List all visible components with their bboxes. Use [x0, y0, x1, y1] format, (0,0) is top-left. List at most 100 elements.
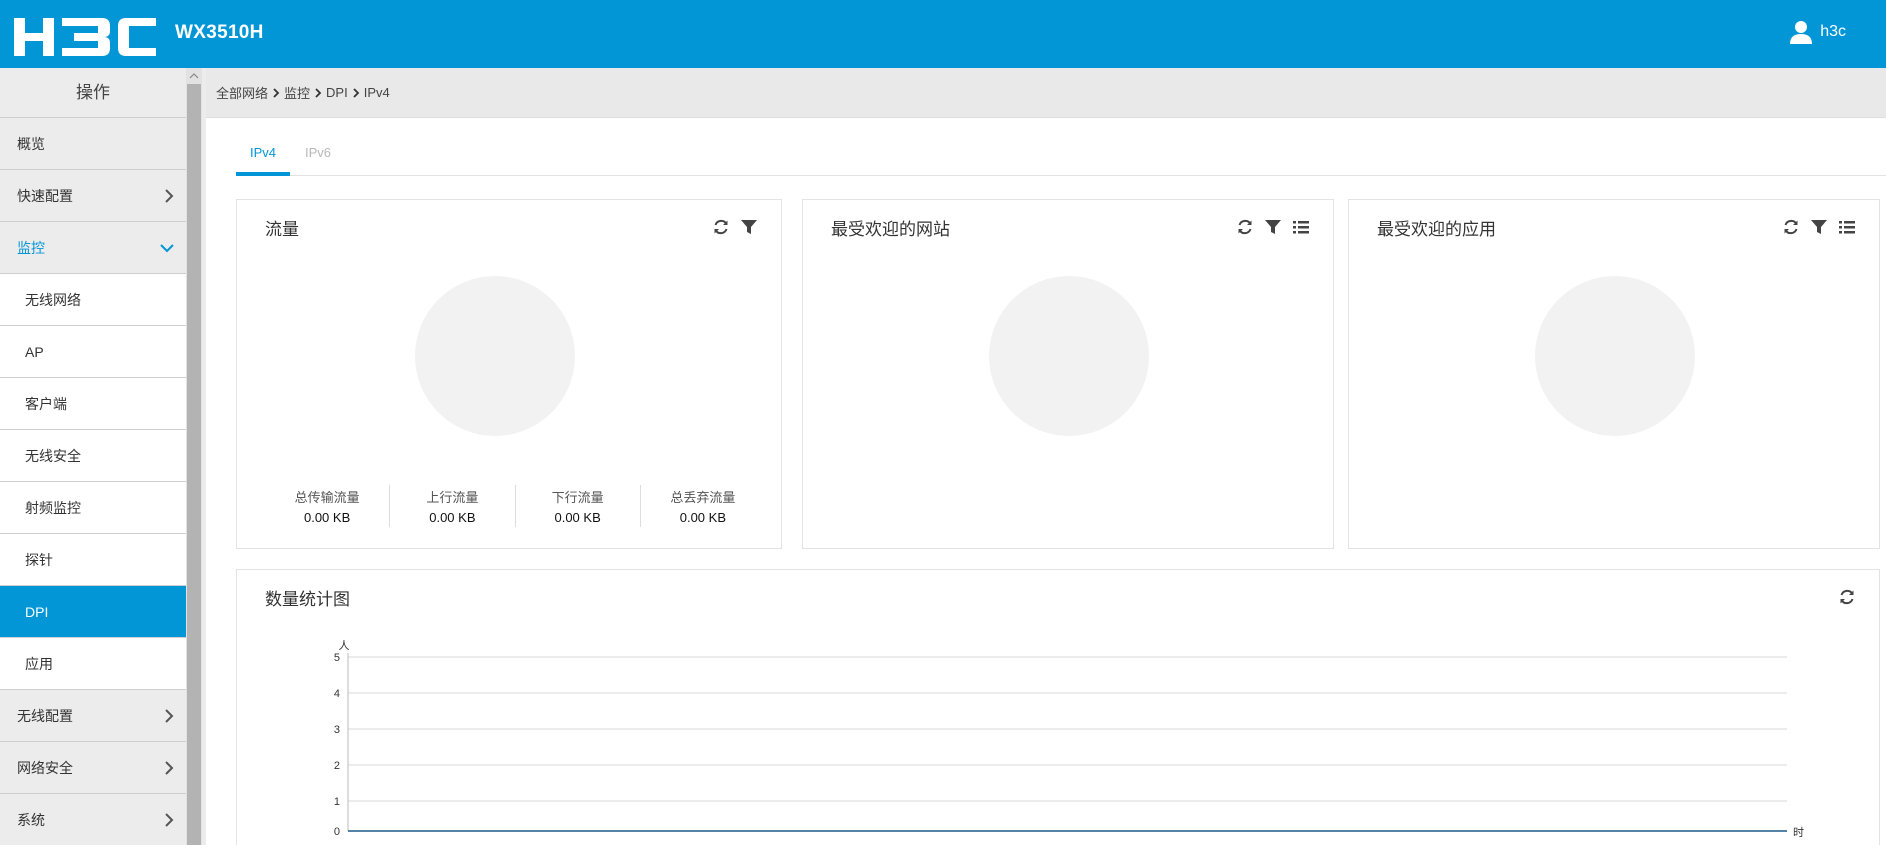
refresh-icon[interactable] [711, 217, 731, 237]
stat-total-traffic: 总传输流量 0.00 KB [265, 485, 391, 527]
chevron-right-icon [165, 189, 174, 203]
sidebar-item-overview[interactable]: 概览 [0, 118, 186, 170]
stat-value: 0.00 KB [679, 510, 726, 525]
sidebar-item-label: 探针 [25, 551, 53, 568]
sidebar-item-label: 系统 [17, 811, 45, 828]
list-icon[interactable] [1837, 217, 1857, 237]
sidebar-item-label: 快速配置 [17, 187, 73, 204]
stat-value: 0.00 KB [429, 510, 476, 525]
sidebar-item-label: 无线安全 [25, 447, 81, 464]
traffic-donut-chart [415, 276, 575, 436]
y-tick-label: 3 [334, 724, 340, 736]
user-icon [1790, 21, 1813, 44]
chevron-right-icon [165, 761, 174, 775]
x-axis-label: 时 [1793, 826, 1804, 839]
card-toolbar [1235, 217, 1311, 237]
sidebar-item-label: DPI [25, 603, 49, 620]
device-model: WX3510H [175, 22, 264, 43]
filter-icon[interactable] [739, 217, 759, 237]
sidebar-item-client[interactable]: 客户端 [0, 378, 186, 430]
sidebar-item-label: 应用 [25, 655, 53, 672]
breadcrumb-item[interactable]: 监控 [284, 83, 310, 102]
sidebar-item-quick-config[interactable]: 快速配置 [0, 170, 186, 222]
breadcrumb-item[interactable]: 全部网络 [216, 83, 268, 102]
y-tick-label: 4 [334, 688, 340, 700]
user-menu[interactable]: h3c [1790, 20, 1846, 44]
breadcrumb-separator-icon [353, 87, 359, 98]
chevron-right-icon [165, 813, 174, 827]
stat-upstream-traffic: 上行流量 0.00 KB [390, 485, 516, 527]
popular-apps-card: 最受欢迎的应用 [1348, 199, 1880, 549]
y-axis-label: 人 [339, 639, 350, 652]
y-tick-label: 0 [334, 826, 340, 838]
chevron-right-icon [165, 709, 174, 723]
sidebar-item-wireless-network[interactable]: 无线网络 [0, 274, 186, 326]
stat-value: 0.00 KB [303, 510, 351, 525]
stat-downstream-traffic: 下行流量 0.00 KB [516, 485, 641, 527]
sidebar-item-label: 监控 [17, 239, 45, 256]
card-title: 最受欢迎的应用 [1377, 220, 1496, 239]
stat-label: 总丢弃流量 [670, 490, 736, 505]
refresh-icon[interactable] [1781, 217, 1801, 237]
scroll-up-arrow[interactable] [186, 68, 202, 84]
sidebar-item-label: 无线配置 [17, 707, 73, 724]
sidebar-item-application[interactable]: 应用 [0, 638, 186, 690]
sidebar-item-network-security[interactable]: 网络安全 [0, 742, 186, 794]
breadcrumb-item[interactable]: DPI [326, 85, 348, 100]
sidebar-item-dpi[interactable]: DPI [0, 586, 186, 638]
chevron-up-icon [189, 73, 199, 79]
sidebar-item-label: 概览 [17, 135, 45, 152]
sidebar-item-rf-monitor[interactable]: 射频监控 [0, 482, 186, 534]
breadcrumb-separator-icon [273, 87, 280, 98]
filter-icon[interactable] [1263, 217, 1283, 237]
traffic-stats: 总传输流量 0.00 KB 上行流量 0.00 KB 下行流量 0.00 KB 总丢弃… [265, 485, 765, 527]
sidebar-item-wireless-config[interactable]: 无线配置 [0, 690, 186, 742]
y-tick-label: 5 [334, 652, 340, 664]
card-title: 流量 [265, 220, 299, 239]
sidebar-item-label: 网络安全 [17, 759, 73, 776]
apps-donut-chart [1535, 276, 1695, 436]
count-line-chart: 0 1 2 3 4 5人时 [334, 639, 1804, 839]
count-stats-card: 数量统计图 012345人时 [236, 569, 1880, 845]
list-icon[interactable] [1291, 217, 1311, 237]
y-tick-label: 2 [334, 760, 340, 772]
username: h3c [1820, 23, 1846, 40]
breadcrumb-separator-icon [315, 87, 322, 98]
sidebar-scrollbar[interactable] [186, 68, 202, 845]
card-toolbar [1781, 217, 1857, 237]
sidebar-item-label: 射频监控 [25, 499, 81, 516]
main-content: 全部网络 监控 DPI IPv4 IPv4 IPv6 流量 总传输流量 0.00 … [206, 68, 1886, 845]
sidebar-item-label: AP [25, 343, 44, 360]
refresh-icon[interactable] [1235, 217, 1255, 237]
popular-sites-card: 最受欢迎的网站 [802, 199, 1334, 549]
h3c-logo [14, 18, 156, 56]
sidebar-item-monitor[interactable]: 监控 [0, 222, 186, 274]
sidebar: 操作 概览 快速配置 监控 无线网络 AP 客户端 无线安全 射频监控 探针 D… [0, 68, 206, 845]
stat-label: 下行流量 [551, 490, 604, 505]
sidebar-item-probe[interactable]: 探针 [0, 534, 186, 586]
filter-icon[interactable] [1809, 217, 1829, 237]
sidebar-item-label: 无线网络 [25, 291, 81, 308]
sidebar-item-ap[interactable]: AP [0, 326, 186, 378]
tab-ipv4[interactable]: IPv4 [236, 136, 290, 176]
stat-label: 总传输流量 [294, 490, 360, 505]
sites-donut-chart [989, 276, 1149, 436]
y-tick-label: 1 [334, 796, 340, 808]
card-toolbar [711, 217, 759, 237]
stat-value: 0.00 KB [554, 510, 601, 525]
sidebar-item-wireless-security[interactable]: 无线安全 [0, 430, 186, 482]
scrollbar-thumb[interactable] [187, 84, 201, 845]
stat-label: 上行流量 [426, 490, 479, 505]
top-header: WX3510H h3c [0, 0, 1886, 68]
card-title: 最受欢迎的网站 [831, 220, 950, 239]
chevron-down-icon [160, 244, 174, 253]
sidebar-item-system[interactable]: 系统 [0, 794, 186, 845]
breadcrumb-item: IPv4 [363, 85, 390, 100]
traffic-card: 流量 总传输流量 0.00 KB 上行流量 0.00 KB 下行流量 0.00 KB … [236, 199, 782, 549]
sidebar-title: 操作 [0, 68, 186, 118]
ip-version-tabs: IPv4 IPv6 [236, 136, 1886, 176]
breadcrumb: 全部网络 监控 DPI IPv4 [206, 68, 1886, 118]
tab-ipv6[interactable]: IPv6 [291, 136, 345, 176]
sidebar-nav: 概览 快速配置 监控 无线网络 AP 客户端 无线安全 射频监控 探针 DPI … [0, 118, 186, 845]
sidebar-item-label: 客户端 [25, 395, 67, 412]
